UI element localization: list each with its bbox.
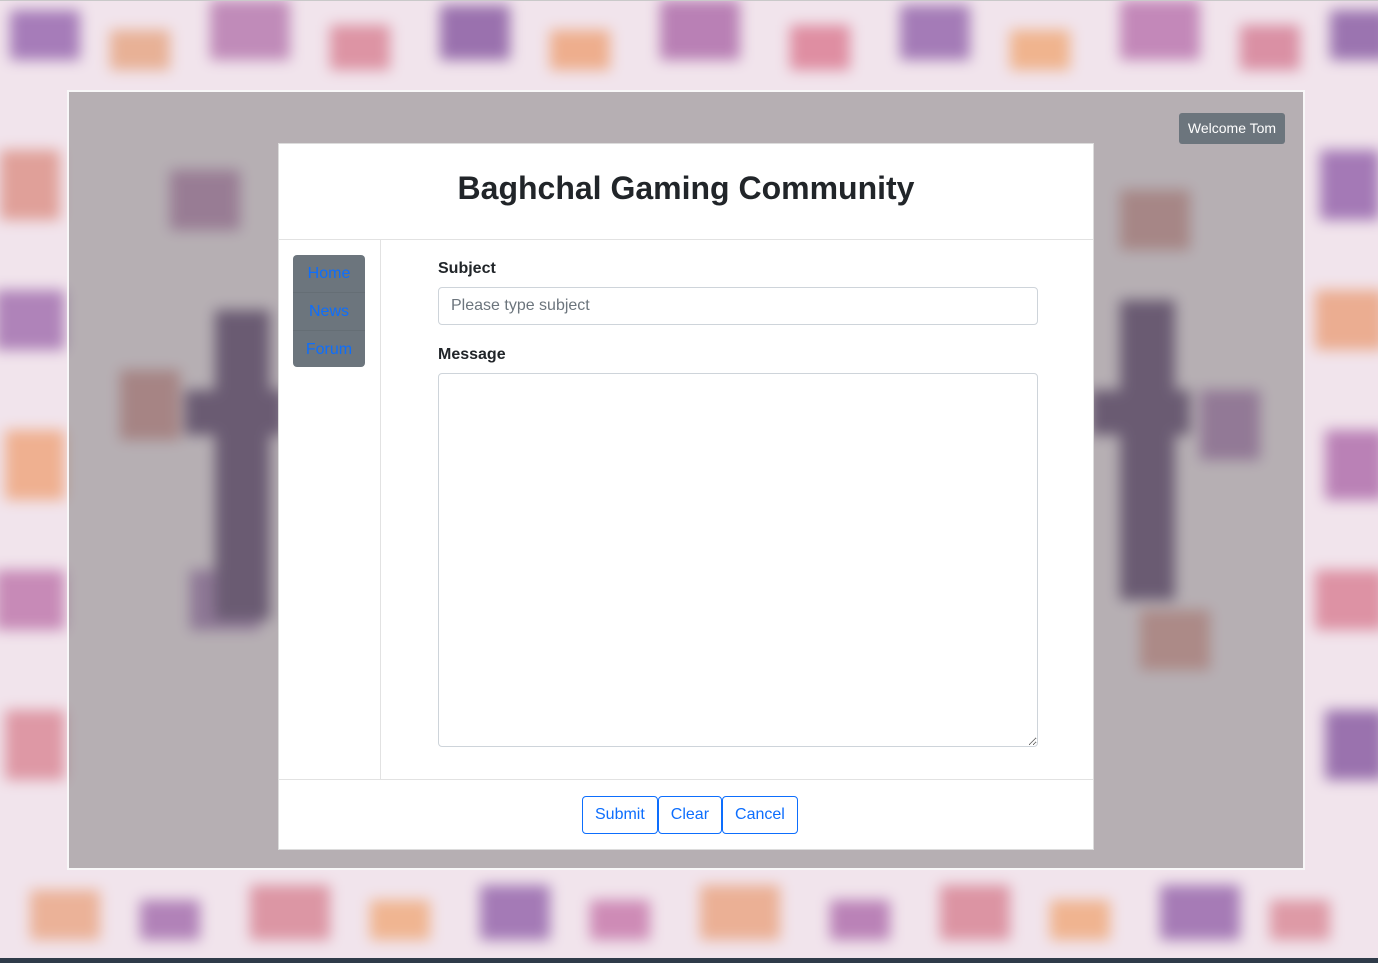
form-actions: Submit Clear Cancel [582,796,798,834]
submit-button[interactable]: Submit [582,796,658,834]
sidebar-nav: Home News Forum [293,255,365,367]
bottom-border-line [0,958,1378,963]
sidebar-item-news[interactable]: News [293,292,365,330]
message-textarea[interactable] [438,373,1038,747]
welcome-badge: Welcome Tom [1179,113,1285,144]
sidebar: Home News Forum [279,240,381,779]
cancel-button[interactable]: Cancel [722,796,798,834]
clear-button[interactable]: Clear [657,796,723,834]
forum-post-card: Baghchal Gaming Community Home News Foru… [278,143,1094,850]
sidebar-item-home[interactable]: Home [293,255,365,292]
post-form: Subject Message [438,240,1038,779]
message-label: Message [438,346,506,363]
card-footer: Submit Clear Cancel [279,779,1093,849]
sidebar-item-forum[interactable]: Forum [293,330,365,368]
card-header: Baghchal Gaming Community [279,144,1093,240]
subject-label: Subject [438,260,496,277]
top-border-line [0,0,1378,1]
subject-input[interactable] [438,287,1038,325]
page-title: Baghchal Gaming Community [457,170,915,206]
